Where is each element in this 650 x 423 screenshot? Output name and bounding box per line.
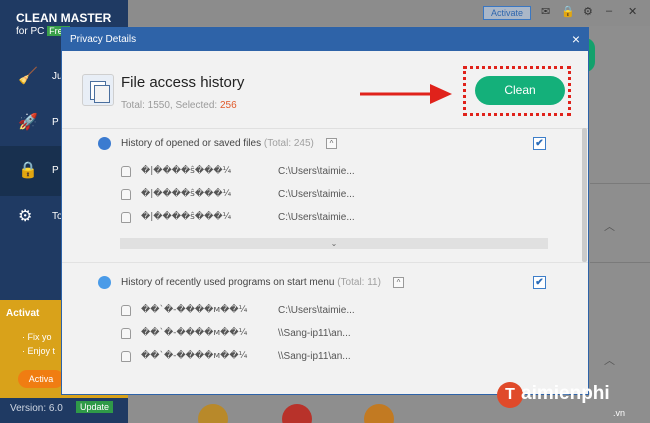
- version-label: Version: 6.0: [10, 403, 63, 414]
- divider: [590, 262, 650, 263]
- list-item[interactable]: ��`�-����м��¼ \\Sang-ip11\an...: [62, 348, 572, 366]
- header-title: File access history: [121, 74, 245, 91]
- close-icon[interactable]: ×: [569, 28, 583, 51]
- windows-icon: [98, 276, 111, 289]
- list-item[interactable]: �|����ŝ���¼ C:\Users\taimie...: [62, 186, 572, 204]
- activate-button[interactable]: Activate: [483, 6, 531, 20]
- lock-icon: [121, 305, 131, 316]
- lock-icon: [121, 212, 131, 223]
- mail-icon[interactable]: ✉: [541, 5, 550, 18]
- list-item[interactable]: ��`�-����м��¼ C:\Users\taimie...: [62, 302, 572, 320]
- list-item[interactable]: ��`�-����м��¼ \\Sang-ip11\an...: [62, 325, 572, 343]
- list-item[interactable]: �|����ŝ���¼ C:\Users\taimie...: [62, 163, 572, 181]
- chevron-up-icon[interactable]: ︿: [604, 352, 615, 368]
- header-stats: Total: 1550, Selected: 256: [121, 100, 237, 111]
- folder-icon: [98, 137, 111, 150]
- gears-icon: ⚙: [18, 208, 33, 225]
- file-history-icon: [82, 74, 114, 106]
- minimize-icon[interactable]: –: [606, 5, 612, 17]
- list-item[interactable]: �|����ŝ���¼ C:\Users\taimie...: [62, 209, 572, 227]
- gift-icon[interactable]: 🔒: [561, 5, 575, 18]
- dialog-title: Privacy Details: [70, 34, 137, 45]
- taimienphi-logo: T aimienphi .vn: [483, 382, 650, 423]
- update-button[interactable]: Update: [76, 401, 114, 413]
- settings-icon[interactable]: ⚙: [583, 5, 593, 18]
- broom-icon: 🧹: [18, 68, 38, 85]
- dialog-titlebar: Privacy Details ×: [62, 28, 588, 51]
- arrow-annotation-icon: [360, 84, 452, 104]
- collapse-toggle[interactable]: ^: [326, 138, 337, 149]
- close-app-icon[interactable]: ✕: [628, 5, 637, 18]
- dialog-header: File access history Total: 1550, Selecte…: [62, 51, 588, 128]
- privacy-item-list: History of opened or saved files (Total:…: [62, 128, 588, 372]
- privacy-details-dialog: Privacy Details × File access history To…: [61, 27, 589, 395]
- lock-icon: [121, 328, 131, 339]
- clean-button[interactable]: Clean: [475, 76, 565, 105]
- section-checkbox[interactable]: ✔: [533, 276, 546, 289]
- section-checkbox[interactable]: ✔: [533, 137, 546, 150]
- rocket-icon: 🚀: [18, 114, 38, 131]
- lock-icon: 🔒: [18, 162, 38, 179]
- divider: [590, 183, 650, 184]
- expand-more-bar[interactable]: ⌄: [120, 238, 548, 249]
- lock-icon: [121, 166, 131, 177]
- chevron-up-icon[interactable]: ︿: [604, 218, 615, 234]
- scrollbar[interactable]: [582, 128, 587, 262]
- section-header: History of opened or saved files (Total:…: [62, 135, 572, 153]
- section-header: History of recently used programs on sta…: [62, 274, 572, 292]
- promo-activate-button[interactable]: Activa: [18, 370, 64, 388]
- divider: [62, 262, 588, 263]
- lock-icon: [121, 189, 131, 200]
- collapse-toggle[interactable]: ^: [393, 277, 404, 288]
- lock-icon: [121, 351, 131, 362]
